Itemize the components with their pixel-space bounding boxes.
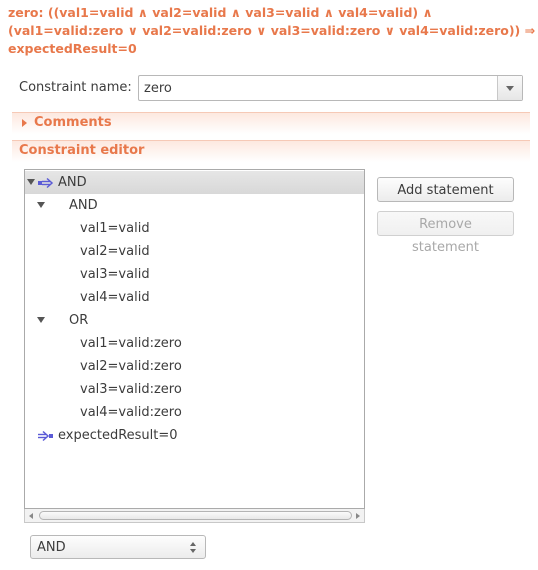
tree-item-label: val1=valid — [80, 221, 150, 236]
tree-row[interactable]: val3=valid:zero — [25, 378, 364, 401]
tree-item-label: val2=valid — [80, 244, 150, 259]
tree-item-label: AND — [69, 198, 98, 213]
formula-line-3: expectedResult=0 — [8, 41, 137, 56]
tree-row[interactable]: val2=valid — [25, 240, 364, 263]
tree-row[interactable]: val4=valid — [25, 286, 364, 309]
tree-item-label: expectedResult=0 — [58, 428, 178, 443]
tree-row[interactable]: val3=valid — [25, 263, 364, 286]
expand-down-icon[interactable] — [37, 202, 45, 208]
remove-statement-button[interactable]: Remove statement — [377, 211, 514, 255]
tree-row[interactable]: AND — [25, 171, 364, 194]
tree-row[interactable]: OR — [25, 309, 364, 332]
tree-item-label: AND — [58, 175, 87, 190]
chevron-down-icon — [506, 85, 514, 91]
tree-item-label: OR — [69, 313, 89, 328]
tree-item-label: val3=valid — [80, 267, 150, 282]
constraint-editor-title: Constraint editor — [19, 143, 145, 158]
constraint-formula: zero: ((val1=valid ∧ val2=valid ∧ val3=v… — [8, 4, 536, 58]
constraint-name-value[interactable]: zero — [144, 81, 172, 96]
constraint-name-combo[interactable]: zero — [138, 75, 523, 101]
formula-line-2: (val1=valid:zero ∨ val2=valid:zero ∨ val… — [8, 23, 536, 38]
expand-down-icon[interactable] — [37, 317, 45, 323]
tree-row[interactable]: val2=valid:zero — [25, 355, 364, 378]
tree-item-label: val1=valid:zero — [80, 336, 182, 351]
tree-row[interactable]: AND — [25, 194, 364, 217]
constraint-editor-section-header: Constraint editor — [12, 140, 530, 162]
formula-line-1: zero: ((val1=valid ∧ val2=valid ∧ val3=v… — [8, 5, 433, 20]
tree-item-label: val4=valid — [80, 290, 150, 305]
tree-item-label: val3=valid:zero — [80, 382, 182, 397]
implication-start-icon — [38, 177, 54, 189]
tree-row[interactable]: val1=valid:zero — [25, 332, 364, 355]
scroll-left-icon[interactable] — [29, 513, 33, 519]
operator-select-value[interactable]: AND — [37, 540, 66, 555]
tree-row[interactable]: expectedResult=0 — [25, 424, 364, 447]
up-down-arrows-icon — [190, 542, 198, 554]
comments-section-title[interactable]: Comments — [34, 115, 112, 130]
constraint-name-label: Constraint name: — [19, 80, 132, 95]
add-statement-button[interactable]: Add statement — [377, 177, 514, 202]
operator-select[interactable]: AND — [30, 535, 206, 559]
tree-row[interactable]: val4=valid:zero — [25, 401, 364, 424]
implication-end-icon — [38, 430, 53, 442]
scrollbar-thumb[interactable] — [39, 511, 352, 520]
constraint-tree[interactable]: AND AND val1=valid val2=valid val3=valid… — [24, 169, 365, 509]
scroll-right-icon[interactable] — [356, 513, 360, 519]
expand-right-icon[interactable] — [22, 119, 27, 127]
expand-down-icon[interactable] — [27, 179, 35, 185]
tree-row[interactable]: val1=valid — [25, 217, 364, 240]
combo-dropdown-button[interactable] — [497, 76, 522, 100]
tree-item-label: val2=valid:zero — [80, 359, 182, 374]
comments-section-header[interactable]: Comments — [12, 112, 530, 134]
tree-item-label: val4=valid:zero — [80, 405, 182, 420]
tree-horizontal-scrollbar[interactable] — [24, 509, 365, 523]
